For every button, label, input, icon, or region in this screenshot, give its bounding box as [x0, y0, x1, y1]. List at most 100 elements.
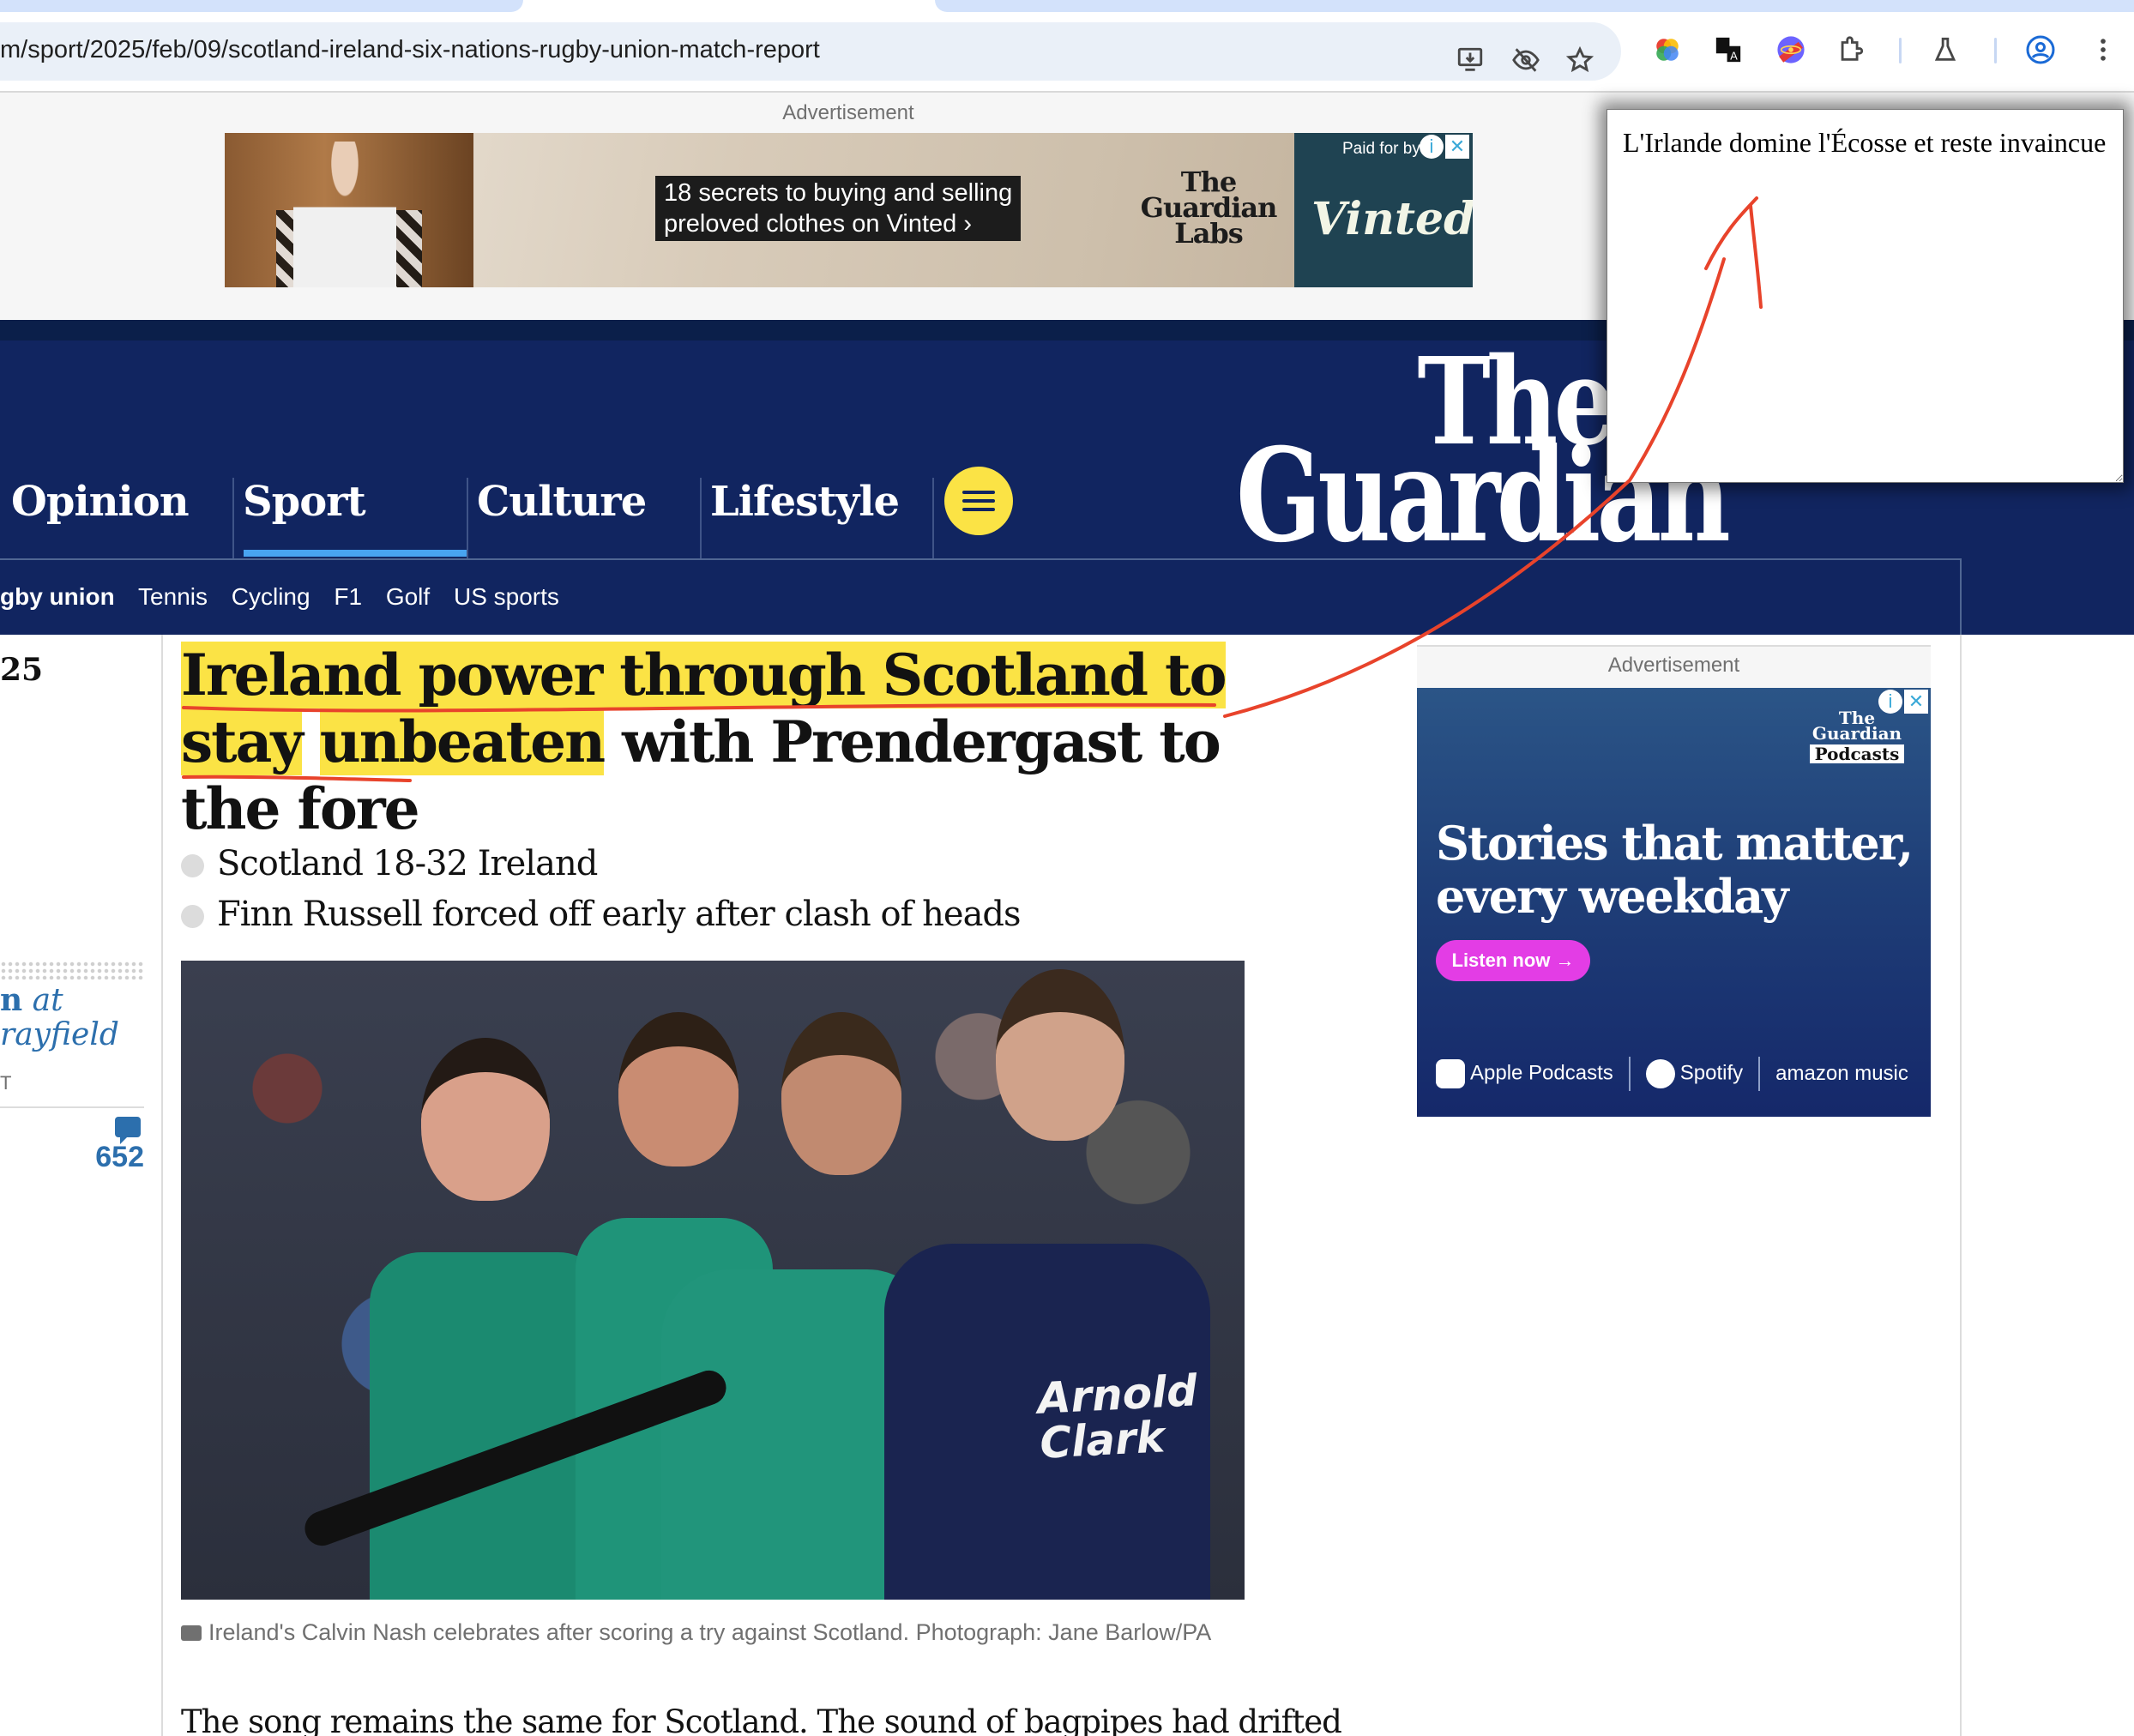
right-ad-slot: Advertisement i ✕ The Guardian Podcasts … — [1417, 645, 1931, 1117]
photo-player-head — [781, 1012, 901, 1175]
advertisement-label: Advertisement — [1607, 654, 1740, 677]
subnav-item-f1[interactable]: F1 — [334, 583, 362, 610]
profile-icon[interactable] — [2023, 33, 2058, 67]
subnav-item-us-sports[interactable]: US sports — [454, 583, 559, 610]
subnav-item-cycling[interactable]: Cycling — [232, 583, 310, 610]
tracking-protection-eye-icon[interactable] — [1509, 43, 1543, 77]
spotify-link[interactable]: Spotify — [1645, 1059, 1744, 1088]
standfirst-item: Scotland 18-32 Ireland — [181, 839, 1021, 889]
ad-headline-line: preloved clothes on Vinted › — [664, 210, 972, 238]
photo-shirt-sponsor: Arnold Clark — [1036, 1365, 1200, 1468]
platform-label: Spotify — [1679, 1061, 1744, 1085]
translate-extension-icon[interactable]: A — [1711, 33, 1745, 67]
nav-pillar-label: Sport — [243, 478, 366, 526]
platform-label: Apple Podcasts — [1470, 1061, 1613, 1085]
platform-separator — [1758, 1057, 1761, 1091]
ad-brand-panel: Paid for by i ✕ Vinted — [1294, 133, 1473, 287]
apple-podcasts-icon — [1436, 1059, 1465, 1088]
comment-count[interactable]: 652 — [69, 1141, 144, 1174]
photo-player-head — [618, 1012, 738, 1166]
nav-pillar-label: Opinion — [11, 478, 190, 526]
labs-logo-line: Labs — [1174, 217, 1244, 250]
advertisement-label: Advertisement — [782, 101, 914, 124]
inactive-tab[interactable] — [935, 0, 2134, 12]
comment-icon[interactable] — [115, 1117, 141, 1144]
ad-headline-line: 18 secrets to buying and selling — [664, 179, 1013, 207]
camera-icon — [181, 1625, 202, 1641]
byline-location: rayfield — [0, 1017, 119, 1052]
podcast-platforms: Apple Podcasts Spotify amazon music — [1436, 1057, 1908, 1091]
ad-photo-person — [293, 142, 396, 287]
podcast-logo-line: Guardian — [1811, 723, 1902, 744]
labs-flask-icon[interactable] — [1928, 33, 1962, 67]
nav-pillar-label: Lifestyle — [710, 478, 900, 526]
ad-close-icon[interactable]: ✕ — [1445, 135, 1469, 159]
vinted-logo: Vinted — [1311, 193, 1473, 245]
article-body-first-line: The song remains the same for Scotland. … — [181, 1703, 1342, 1736]
svg-text:A: A — [1730, 50, 1738, 63]
subnav-item-tennis[interactable]: Tennis — [138, 583, 208, 610]
gemini-extension-icon[interactable] — [1650, 33, 1685, 67]
podcast-ad-creative[interactable]: i ✕ The Guardian Podcasts Stories that m… — [1417, 688, 1931, 1117]
byline-author[interactable]: n — [0, 982, 22, 1018]
article-content: 25 n at rayfield T 652 Ireland power thr… — [0, 635, 2134, 1736]
nav-divider — [1960, 558, 1962, 635]
nav-pillar-opinion[interactable]: Opinion — [0, 478, 232, 559]
podcast-logo-line: Podcasts — [1809, 744, 1905, 763]
nav-pillar-label: Culture — [477, 478, 647, 526]
caption-text: Ireland's Calvin Nash celebrates after s… — [208, 1619, 1212, 1645]
subnav-item-rugby-union[interactable]: gby union — [0, 583, 115, 610]
sponsor-text: Clark — [1038, 1412, 1166, 1468]
photo-player-head — [996, 969, 1124, 1141]
url-text[interactable]: m/sport/2025/feb/09/scotland-ireland-six… — [0, 36, 820, 64]
bookmark-star-icon[interactable] — [1563, 43, 1597, 77]
podcast-ad-headline: Stories that matter, every weekday — [1436, 816, 1914, 924]
vinted-ad-banner[interactable]: 18 secrets to buying and selling prelove… — [225, 133, 1473, 287]
nav-pillar-lifestyle[interactable]: Lifestyle — [700, 478, 932, 559]
platform-label: amazon music — [1775, 1062, 1908, 1085]
paid-for-label: Paid for by — [1342, 140, 1420, 158]
podcast-headline-line: Stories that matter, — [1436, 816, 1914, 871]
toolbar-separator — [1899, 38, 1902, 63]
active-pillar-indicator — [244, 550, 467, 557]
toolbar-separator — [1994, 38, 1997, 63]
nav-pillar-sport[interactable]: Sport — [232, 478, 467, 559]
dotted-divider — [0, 961, 144, 980]
ad-headline[interactable]: 18 secrets to buying and selling prelove… — [655, 176, 1022, 241]
article-date: 25 — [0, 652, 44, 688]
hamburger-line — [962, 499, 995, 503]
translation-textarea[interactable] — [1607, 110, 2123, 482]
byline[interactable]: n at rayfield — [0, 983, 119, 1052]
sport-subnav: gby union Tennis Cycling F1 Golf US spor… — [0, 583, 576, 611]
spotify-icon — [1645, 1059, 1675, 1088]
subnav-item-golf[interactable]: Golf — [386, 583, 430, 610]
meta-divider — [0, 1106, 144, 1108]
ad-info-icon[interactable]: i — [1420, 135, 1444, 159]
guardian-labs-logo: The Guardian Labs — [1136, 168, 1281, 250]
publish-time: T — [0, 1072, 12, 1094]
amazon-music-link[interactable]: amazon music — [1775, 1062, 1908, 1086]
ad-photo — [225, 133, 473, 287]
guardian-podcasts-logo: The Guardian Podcasts — [1801, 709, 1913, 763]
byline-location: at — [32, 983, 63, 1018]
main-article-photo[interactable]: Arnold Clark — [181, 961, 1245, 1600]
sponsor-text: Arnold — [1036, 1365, 1199, 1424]
react-devtools-extension-icon[interactable] — [1774, 33, 1808, 67]
podcast-headline-line: every weekday — [1436, 869, 1788, 924]
standfirst-item: Finn Russell forced off early after clas… — [181, 889, 1022, 940]
nav-pillar-culture[interactable]: Culture — [467, 478, 700, 559]
photo-caption: Ireland's Calvin Nash celebrates after s… — [181, 1617, 1245, 1649]
translation-popup — [1607, 109, 2124, 483]
inactive-tab[interactable] — [0, 0, 523, 12]
extensions-puzzle-icon[interactable] — [1834, 33, 1868, 67]
photo-player-head — [421, 1038, 550, 1201]
standfirst-list: Scotland 18-32 Ireland Finn Russell forc… — [181, 839, 1022, 940]
menu-hamburger-button[interactable] — [944, 467, 1013, 535]
more-menu-icon[interactable] — [2086, 33, 2120, 67]
headline-highlighted-text: unbeaten — [319, 708, 606, 775]
apple-podcasts-link[interactable]: Apple Podcasts — [1436, 1059, 1613, 1088]
hamburger-line — [962, 508, 995, 511]
address-bar[interactable]: m/sport/2025/feb/09/scotland-ireland-six… — [0, 22, 1621, 81]
listen-now-button[interactable]: Listen now → — [1436, 940, 1590, 981]
install-app-icon[interactable] — [1453, 43, 1487, 77]
